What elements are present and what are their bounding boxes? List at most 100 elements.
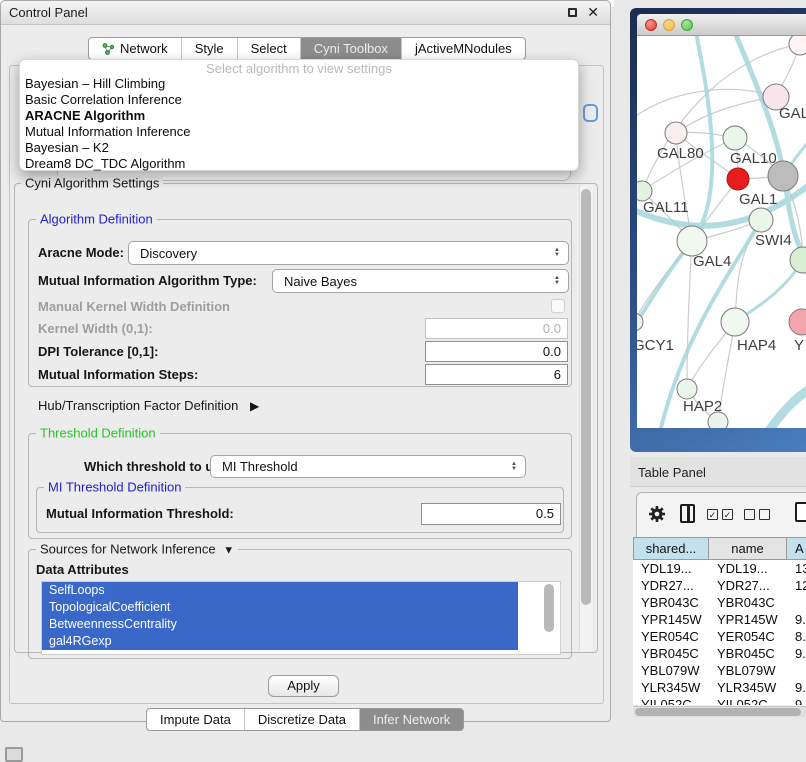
network-node[interactable] (637, 181, 652, 201)
gear-icon[interactable] (648, 505, 666, 523)
dpi-tolerance-field[interactable]: 0.0 (425, 341, 568, 362)
cell-value: 13 (787, 560, 806, 577)
attributes-scrollbar-thumb[interactable] (544, 584, 554, 632)
cell-name: YBL079W (709, 662, 795, 679)
control-panel-titlebar: Control Panel ✕ (1, 1, 610, 25)
list-item[interactable]: TopologicalCoefficient (42, 599, 518, 616)
data-attributes-label: Data Attributes (36, 561, 129, 579)
document-icon[interactable] (795, 502, 806, 522)
table-row[interactable]: YDL19... YDL19... 13 (633, 560, 806, 577)
bottom-tabs: Impute Data Discretize Data Infer Networ… (146, 708, 464, 731)
hub-section-toggle[interactable]: Hub/Transcription Factor Definition ▶ (38, 397, 259, 415)
table-row[interactable]: YBR043C YBR043C (633, 594, 806, 611)
which-threshold-value: MI Threshold (222, 459, 298, 474)
mi-type-label: Mutual Information Algorithm Type: (38, 269, 257, 293)
cell-value: 9. (787, 679, 806, 696)
tab-network[interactable]: Network (89, 38, 181, 59)
dropdown-item[interactable]: Bayesian – Hill Climbing (20, 76, 578, 92)
mi-threshold-field[interactable]: 0.5 (421, 503, 561, 525)
column-header-shared-name[interactable]: shared... (633, 537, 709, 560)
network-view-titlebar (637, 14, 806, 36)
list-item[interactable]: gal4RGexp (42, 633, 518, 650)
tab-select[interactable]: Select (237, 38, 300, 59)
dropdown-item[interactable]: Basic Correlation Inference (20, 92, 578, 108)
table-hscrollbar-track[interactable] (633, 706, 806, 717)
control-panel-title: Control Panel (9, 5, 88, 20)
aracne-mode-combo[interactable]: Discovery ▲▼ (128, 241, 569, 265)
apply-button[interactable]: Apply (268, 675, 339, 697)
table-row[interactable]: YLR345W YLR345W 9. (633, 679, 806, 696)
network-node[interactable] (789, 309, 806, 335)
node-label: HAP2 (683, 398, 722, 415)
checked-checkbox-icon[interactable]: ✓ (722, 509, 733, 520)
network-node-selected[interactable] (727, 168, 749, 190)
unchecked-checkbox-icon[interactable] (744, 509, 755, 520)
network-node[interactable] (677, 379, 697, 399)
split-columns-icon[interactable] (680, 504, 695, 523)
dropdown-item-selected[interactable]: ARACNE Algorithm (20, 108, 578, 124)
cell-value (787, 662, 806, 679)
cell-name: YDL19... (709, 560, 795, 577)
aracne-mode-label: Aracne Mode: (38, 241, 124, 265)
close-traffic-light-icon[interactable] (645, 19, 657, 31)
control-panel-window: Control Panel ✕ Network Style Select Cyn… (0, 0, 611, 722)
table-panel-titlebar: Table Panel (630, 457, 806, 487)
combo-stepper-icon: ▲▼ (511, 462, 517, 472)
tab-impute-data[interactable]: Impute Data (147, 709, 244, 730)
dropdown-item[interactable]: Mutual Information Inference (20, 124, 578, 140)
table-row[interactable]: YIL052C YIL052C 9 (633, 696, 806, 705)
tab-style[interactable]: Style (181, 38, 237, 59)
mi-steps-field[interactable]: 6 (425, 364, 568, 385)
manual-kernel-checkbox[interactable] (551, 299, 565, 313)
network-node[interactable] (721, 308, 749, 336)
tab-jactivemnodules[interactable]: jActiveMNodules (401, 38, 525, 59)
network-canvas[interactable]: GAL GAL80 GAL10 GAL1 SWI4 GAL11 GAL4 GCY… (637, 36, 806, 428)
algorithm-dropdown-popup: Select algorithm to view settings Bayesi… (19, 59, 579, 171)
mi-type-combo[interactable]: Naive Bayes ▲▼ (272, 269, 569, 293)
tab-discretize-data[interactable]: Discretize Data (244, 709, 359, 730)
network-node[interactable] (790, 247, 806, 273)
network-node[interactable] (723, 126, 747, 150)
node-table[interactable]: YDL19... YDL19... 13 YDR27... YDR27... 1… (633, 560, 806, 705)
column-header-clipped[interactable]: A (787, 537, 806, 560)
list-item[interactable]: BetweennessCentrality (42, 616, 518, 633)
cell-shared-name: YER054C (633, 628, 717, 645)
list-item[interactable]: SelfLoops (42, 582, 518, 599)
tab-cyni-toolbox[interactable]: Cyni Toolbox (300, 38, 401, 59)
dropdown-item[interactable]: Bayesian – K2 (20, 140, 578, 156)
minimize-traffic-light-icon[interactable] (663, 19, 675, 31)
network-node[interactable] (665, 122, 687, 144)
network-node[interactable] (749, 208, 773, 232)
tab-infer-network[interactable]: Infer Network (359, 709, 463, 730)
cell-value: 9. (787, 611, 806, 628)
table-row[interactable]: YBL079W YBL079W (633, 662, 806, 679)
cell-shared-name: YIL052C (633, 696, 717, 705)
network-view-window: GAL GAL80 GAL10 GAL1 SWI4 GAL11 GAL4 GCY… (630, 8, 806, 452)
float-window-icon[interactable] (568, 8, 577, 17)
node-label: GAL11 (643, 199, 689, 216)
dropdown-item[interactable]: Dream8 DC_TDC Algorithm (20, 156, 578, 172)
settings-scrollbar-thumb[interactable] (581, 189, 591, 605)
node-label: GAL80 (657, 145, 704, 162)
table-row[interactable]: YBR045C YBR045C 9. (633, 645, 806, 662)
table-row[interactable]: YPR145W YPR145W 9. (633, 611, 806, 628)
node-label: GAL4 (693, 253, 731, 270)
data-attributes-list[interactable]: SelfLoops TopologicalCoefficient Between… (41, 581, 561, 655)
unchecked-checkbox-icon[interactable] (759, 509, 770, 520)
close-icon[interactable]: ✕ (587, 4, 599, 21)
corner-widget[interactable] (5, 747, 23, 762)
network-node[interactable] (789, 36, 806, 55)
zoom-traffic-light-icon[interactable] (681, 19, 693, 31)
kernel-width-field[interactable]: 0.0 (425, 318, 568, 339)
cell-shared-name: YDL19... (633, 560, 717, 577)
column-header-name[interactable]: name (709, 537, 787, 560)
table-hscrollbar-thumb[interactable] (635, 708, 801, 716)
network-node[interactable] (677, 226, 707, 256)
which-threshold-combo[interactable]: MI Threshold ▲▼ (210, 455, 526, 478)
cell-shared-name: YDR27... (633, 577, 717, 594)
mi-steps-label: Mutual Information Steps: (38, 364, 198, 385)
table-row[interactable]: YDR27... YDR27... 12 (633, 577, 806, 594)
table-row[interactable]: YER054C YER054C 8. (633, 628, 806, 645)
checked-checkbox-icon[interactable]: ✓ (707, 509, 718, 520)
sources-group-title[interactable]: Sources for Network Inference ▼ (36, 542, 238, 557)
